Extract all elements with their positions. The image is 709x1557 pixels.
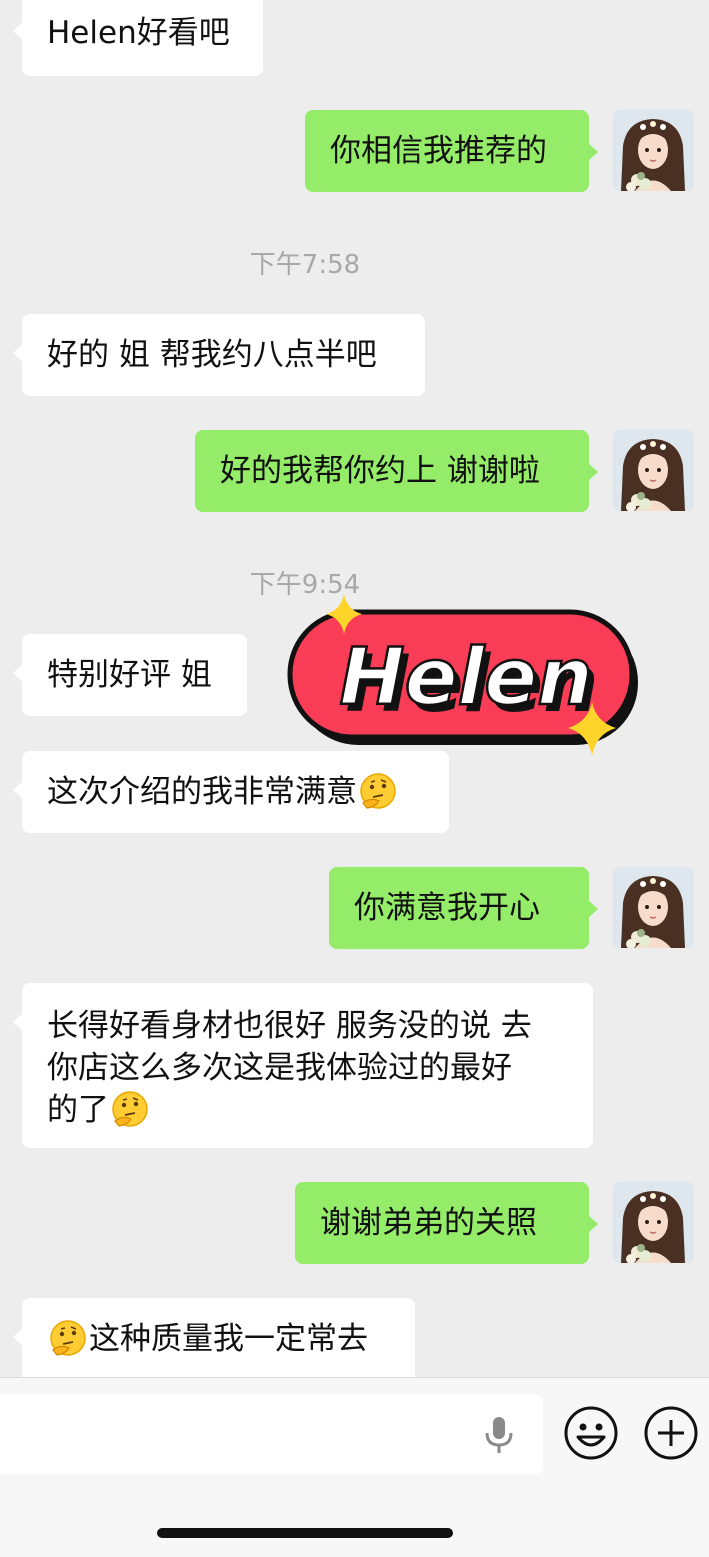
message-text-line: 的了 (47, 1092, 109, 1128)
message-bubble-incoming[interactable]: 特别好评 姐 (13, 634, 247, 716)
message-text: 特别好评 姐 (47, 657, 212, 693)
emoji-face-icon[interactable] (563, 1405, 619, 1461)
message-text: 这次介绍的我非常满意 (47, 774, 357, 810)
message-text: 你满意我开心 (354, 890, 540, 926)
message-bubble-incoming[interactable]: Helen好看吧 (13, 0, 263, 76)
sticker-text: Helen (339, 633, 592, 723)
microphone-icon[interactable] (482, 1415, 516, 1455)
timestamp: 下午7:58 (249, 250, 361, 280)
home-indicator[interactable] (157, 1528, 453, 1538)
message-text: 好的 姐 帮我约八点半吧 (47, 337, 377, 373)
thinking-face-emoji (359, 772, 397, 810)
user-avatar[interactable] (613, 110, 694, 191)
helen-sticker: Helen Helen (286, 592, 646, 766)
message-text-line: 长得好看身材也很好 服务没的说 去 (47, 1008, 532, 1044)
message-text-line: 你店这么多次这是我体验过的最好 (47, 1050, 512, 1086)
message-bubble-outgoing[interactable]: 谢谢弟弟的关照 (295, 1182, 598, 1264)
message-bubble-incoming[interactable]: 这次介绍的我非常满意 (13, 751, 449, 833)
message-text: 谢谢弟弟的关照 (320, 1205, 537, 1241)
user-avatar[interactable] (613, 1182, 694, 1263)
message-text: 你相信我推荐的 (330, 133, 547, 169)
message-input[interactable] (0, 1394, 543, 1474)
user-avatar[interactable] (613, 867, 694, 948)
message-bubble-outgoing[interactable]: 你满意我开心 (329, 867, 598, 949)
user-avatar[interactable] (613, 430, 694, 511)
plus-circle-icon[interactable] (643, 1405, 699, 1461)
message-bubble-incoming[interactable]: 好的 姐 帮我约八点半吧 (13, 314, 425, 396)
message-bubble-outgoing[interactable]: 好的我帮你约上 谢谢啦 (195, 430, 598, 512)
message-text: Helen好看吧 (47, 15, 230, 51)
message-bubble-incoming[interactable]: 这种质量我一定常去 (13, 1298, 415, 1388)
message-text: 这种质量我一定常去 (89, 1321, 368, 1357)
message-text: 好的我帮你约上 谢谢啦 (220, 453, 540, 489)
message-bubble-incoming[interactable]: 长得好看身材也很好 服务没的说 去 你店这么多次这是我体验过的最好 的了 (13, 983, 593, 1148)
message-bubble-outgoing[interactable]: 你相信我推荐的 (305, 110, 598, 192)
thinking-face-emoji (111, 1090, 149, 1128)
thinking-face-emoji (49, 1319, 87, 1357)
